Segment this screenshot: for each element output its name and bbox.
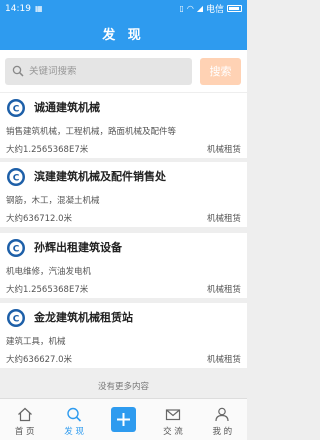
mail-icon <box>165 409 181 421</box>
svg-text:C: C <box>13 105 20 115</box>
listing-title: 金龙建筑机械租赁站 <box>34 311 133 324</box>
listing-category: 机械租赁 <box>206 145 241 155</box>
listing-distance: 大约636712.0米 <box>6 214 73 224</box>
listing-category: 机械租赁 <box>206 214 241 224</box>
tab-discover-label: 发 现 <box>64 427 84 437</box>
page-title: 发 现 <box>0 17 247 50</box>
search-button[interactable]: 搜索 <box>200 57 241 85</box>
search-input[interactable] <box>25 65 192 77</box>
list-item[interactable]: C 孙辉出租建筑设备 机电维修，汽油发电机 大约1.2565368E7米 机械租… <box>0 233 247 298</box>
company-logo-icon: C <box>7 239 25 257</box>
listing-description: 销售建筑机械，工程机械，路面机械及配件等 <box>6 127 177 137</box>
bottom-tab-bar: 首 页 发 现 交 流 我 的 <box>0 398 247 440</box>
listing-title: 孙辉出租建筑设备 <box>34 241 122 254</box>
tab-home-label: 首 页 <box>14 427 35 437</box>
wifi-icon: ◠ <box>186 3 194 13</box>
tab-mine[interactable]: 我 的 <box>198 399 247 440</box>
listing-category: 机械租赁 <box>206 285 241 295</box>
listing-description: 建筑工具，机械 <box>6 337 66 347</box>
listing-distance: 大约1.2565368E7米 <box>6 145 89 155</box>
signal-icon: ◢ <box>196 3 203 13</box>
carrier-label: 电信 <box>205 5 224 15</box>
company-logo-icon: C <box>7 99 25 117</box>
listing-distance: 大约636627.0米 <box>6 355 73 365</box>
listing-title: 诚通建筑机械 <box>34 101 100 114</box>
tab-exchange-label: 交 流 <box>163 427 183 437</box>
tab-add[interactable] <box>99 399 148 440</box>
status-bar: 14:19 ▦ ▯ ◠ ◢ 电信 <box>0 0 247 17</box>
user-icon <box>215 407 229 422</box>
tab-exchange[interactable]: 交 流 <box>148 399 197 440</box>
company-logo-icon: C <box>7 168 25 186</box>
svg-text:C: C <box>13 174 20 184</box>
listing-distance: 大约1.2565368E7米 <box>6 285 89 295</box>
status-time: 14:19 <box>5 3 31 14</box>
add-button[interactable] <box>111 407 137 432</box>
listing-category: 机械租赁 <box>206 355 241 365</box>
plus-icon <box>117 413 131 426</box>
search-bar: 搜索 <box>0 50 247 92</box>
search-icon <box>67 407 82 422</box>
listing-description: 钢筋，木工，混凝土机械 <box>6 196 100 206</box>
search-field[interactable] <box>5 57 192 85</box>
svg-text:C: C <box>13 245 20 255</box>
battery-icon <box>227 5 242 12</box>
notification-icon: ▦ <box>34 3 43 13</box>
tab-mine-label: 我 的 <box>212 427 233 437</box>
list-item[interactable]: C 金龙建筑机械租赁站 建筑工具，机械 大约636627.0米 机械租赁 <box>0 303 247 368</box>
vibrate-icon: ▯ <box>179 3 184 13</box>
listing-description: 机电维修，汽油发电机 <box>6 267 92 277</box>
home-icon <box>17 407 32 422</box>
company-logo-icon: C <box>7 309 25 327</box>
tab-discover[interactable]: 发 现 <box>49 399 98 440</box>
end-of-list-note: 没有更多内容 <box>97 382 149 392</box>
svg-text:C: C <box>13 315 20 325</box>
list-item[interactable]: C 诚通建筑机械 销售建筑机械，工程机械，路面机械及配件等 大约1.256536… <box>0 93 247 158</box>
listing-title: 滨建建筑机械及配件销售处 <box>34 170 166 183</box>
list-item[interactable]: C 滨建建筑机械及配件销售处 钢筋，木工，混凝土机械 大约636712.0米 机… <box>0 162 247 227</box>
tab-home[interactable]: 首 页 <box>0 399 49 440</box>
search-icon <box>11 64 25 78</box>
